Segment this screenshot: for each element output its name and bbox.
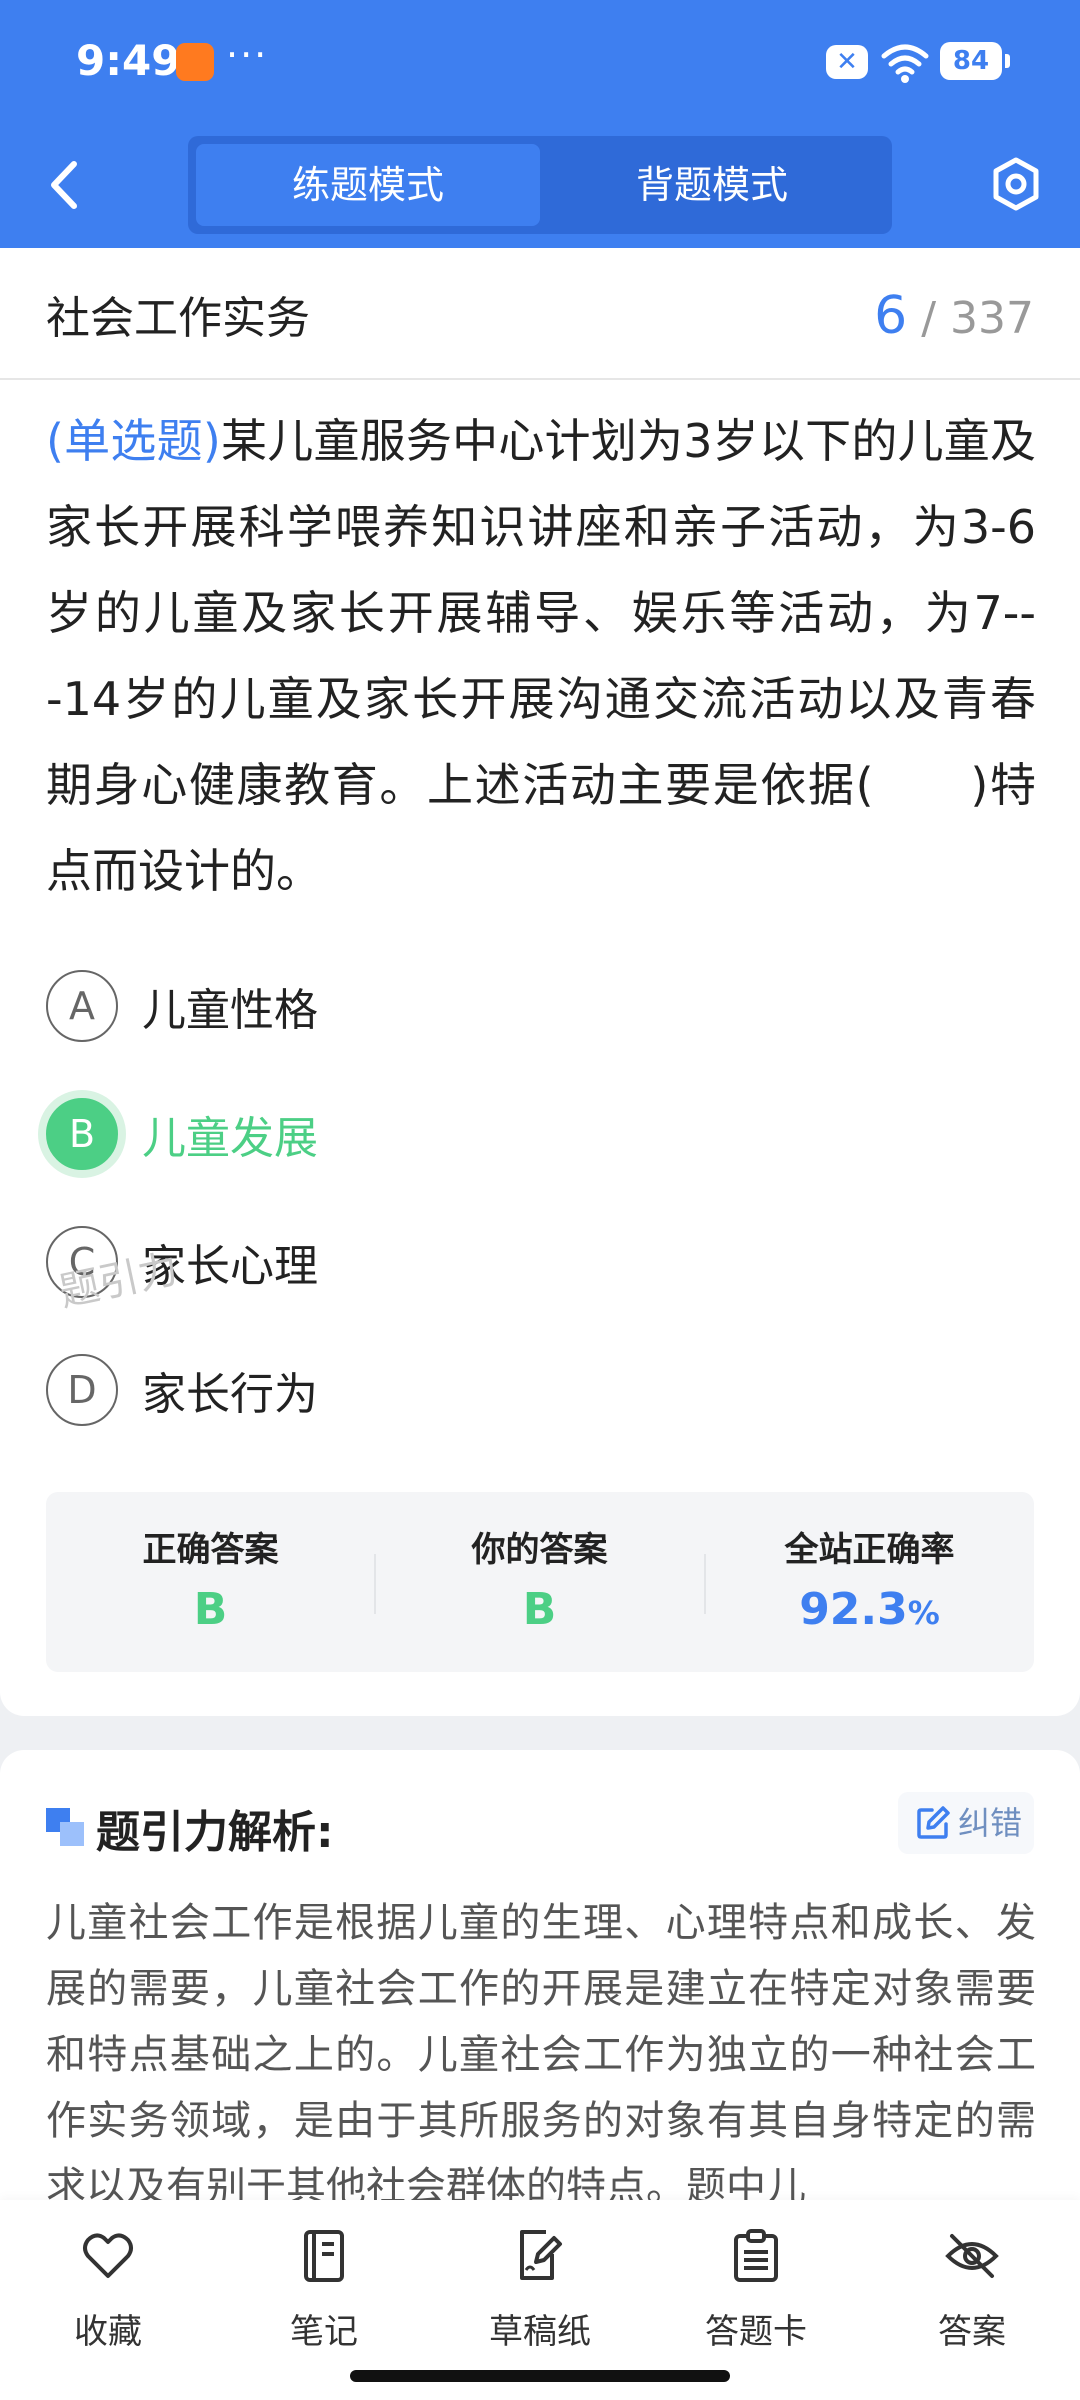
option-text: 儿童发展 (142, 1113, 318, 1164)
draft-paper-icon (520, 2230, 562, 2280)
status-time: 9:49 (76, 36, 181, 85)
correct-answer-value: B (193, 1584, 228, 1635)
status-close-icon: ✕ (826, 45, 868, 79)
your-answer-label: 你的答案 (471, 1530, 608, 1570)
header: 9:49 ··· ✕ 84 练题模式 背题模式 (0, 0, 1080, 248)
question-type-label: (单选题) (46, 414, 221, 468)
notes-button[interactable]: 笔记 (216, 2220, 432, 2360)
analysis-text: 儿童社会工作是根据儿童的生理、心理特点和成长、发展的需要，儿童社会工作的开展是建… (46, 1900, 1036, 2200)
back-button[interactable] (38, 152, 88, 218)
your-answer-stat: 你的答案 B (375, 1492, 704, 1672)
counter-separator: / (907, 293, 951, 344)
battery-indicator: 84 (940, 42, 1010, 80)
report-error-button[interactable]: 纠错 (898, 1792, 1034, 1854)
edit-icon (917, 1806, 950, 1839)
analysis-card: 题引力解析: 纠错 儿童社会工作是根据儿童的生理、心理特点和成长、发展的需要，儿… (0, 1750, 1080, 2200)
report-error-label: 纠错 (958, 1804, 1023, 1842)
option-text: 家长行为 (142, 1369, 318, 1420)
draft-paper-button[interactable]: 草稿纸 (432, 2220, 648, 2360)
notebook-icon (304, 2230, 344, 2282)
subject-title: 社会工作实务 (46, 293, 310, 344)
option-letter: A (46, 970, 118, 1042)
accuracy-rate-unit: % (907, 1594, 940, 1632)
total-question-count: 337 (950, 293, 1034, 344)
heart-icon (83, 2233, 133, 2278)
correct-answer-stat: 正确答案 B (46, 1492, 375, 1672)
current-question-number: 6 (874, 286, 908, 346)
accuracy-rate-value: 92.3% (705, 1584, 1034, 1635)
notification-app-icon (176, 43, 214, 81)
correct-answer-label: 正确答案 (142, 1530, 279, 1570)
more-notifications-icon: ··· (226, 33, 269, 77)
question-card: 社会工作实务 6 / 337 (单选题)某儿童服务中心计划为3岁以下的儿童及家长… (0, 248, 1080, 1716)
question-text: (单选题)某儿童服务中心计划为3岁以下的儿童及家长开展科学喂养知识讲座和亲子活动… (46, 398, 1036, 914)
favorite-label: 收藏 (74, 2312, 142, 2352)
accuracy-rate-number: 92.3 (799, 1584, 908, 1635)
analysis-title: 题引力解析: (96, 1807, 334, 1858)
wifi-icon (881, 44, 929, 83)
notes-label: 笔记 (290, 2312, 358, 2352)
home-indicator (350, 2370, 730, 2382)
eye-off-icon (945, 2234, 999, 2278)
option-letter: D (46, 1354, 118, 1426)
divider (0, 378, 1080, 380)
answer-card-button[interactable]: 答题卡 (648, 2220, 864, 2360)
show-answer-button[interactable]: 答案 (864, 2220, 1080, 2360)
your-answer-value: B (522, 1584, 557, 1635)
draft-paper-label: 草稿纸 (489, 2312, 591, 2352)
tab-memorize-mode[interactable]: 背题模式 (540, 144, 884, 226)
show-answer-label: 答案 (938, 2312, 1006, 2352)
answer-card-label: 答题卡 (705, 2312, 807, 2352)
question-counter: 6 / 337 (874, 286, 1034, 346)
accuracy-rate-stat: 全站正确率 92.3% (705, 1492, 1034, 1672)
option-letter: B (46, 1098, 118, 1170)
answer-stats: 正确答案 B 你的答案 B 全站正确率 92.3% (46, 1492, 1034, 1672)
question-body: 某儿童服务中心计划为3岁以下的儿童及家长开展科学喂养知识讲座和亲子活动，为3-6… (46, 414, 1036, 898)
accuracy-rate-label: 全站正确率 (784, 1530, 955, 1570)
settings-gear-icon[interactable] (988, 154, 1044, 214)
favorite-button[interactable]: 收藏 (0, 2220, 216, 2360)
option-text: 儿童性格 (142, 985, 318, 1036)
answer-card-icon (734, 2229, 778, 2282)
tab-practice-mode[interactable]: 练题模式 (196, 144, 540, 226)
analysis-squares-icon (46, 1808, 84, 1846)
mode-tabs: 练题模式 背题模式 (188, 136, 892, 234)
